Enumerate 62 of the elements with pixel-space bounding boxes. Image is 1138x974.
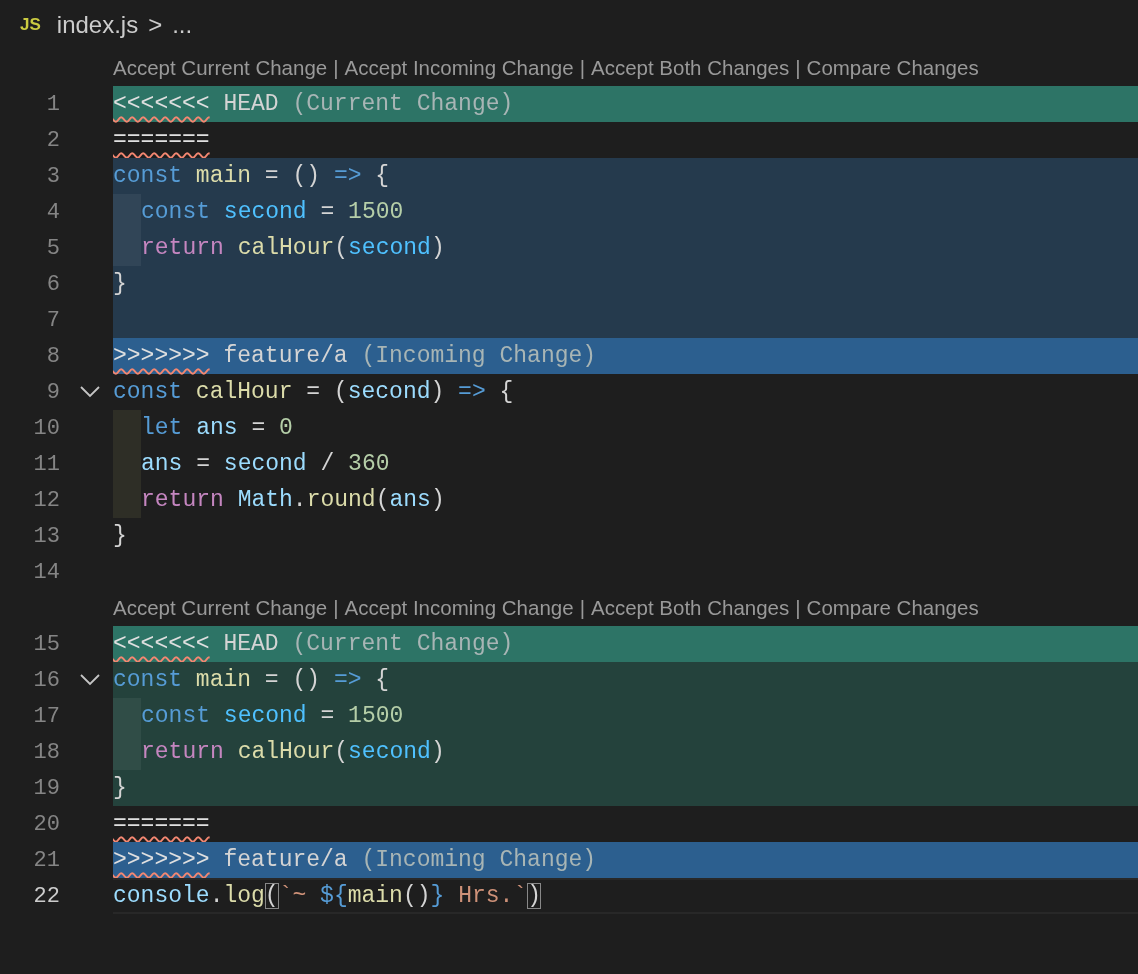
codelens-action-link[interactable]: Accept Both Changes [590, 56, 790, 80]
code-text: const second = 1500 [141, 199, 404, 225]
codelens-action-link[interactable]: Accept Current Change [113, 596, 328, 620]
codelens-action-link[interactable]: Compare Changes [806, 596, 979, 620]
breadcrumb-file[interactable]: index.js [56, 11, 139, 39]
codelens-action-link[interactable]: Compare Changes [806, 56, 979, 80]
line-number: 15 [32, 631, 60, 657]
line-number: 22 [32, 883, 60, 909]
line-number: 18 [32, 739, 60, 765]
line-number: 19 [32, 775, 60, 801]
code-text: <<<<<<< HEAD (Current Change) [113, 631, 514, 657]
line-number: 21 [32, 847, 60, 873]
line-number: 1 [45, 91, 60, 117]
codelens-action-link[interactable]: Accept Current Change [113, 56, 328, 80]
line-number: 17 [32, 703, 60, 729]
chevron-down-icon[interactable] [79, 385, 101, 399]
line-number: 16 [32, 667, 60, 693]
chevron-down-icon[interactable] [79, 673, 101, 687]
code-text: const main = () => { [113, 163, 390, 189]
javascript-file-icon: JS [20, 15, 41, 35]
code-text: ======= [113, 127, 210, 153]
code-text: console.log(`~ ${main()} Hrs.`) [113, 883, 541, 909]
breadcrumb-separator: > [148, 11, 163, 39]
codelens-action-link[interactable]: Accept Incoming Change [344, 56, 574, 80]
line-number: 12 [32, 487, 60, 513]
line-number: 5 [45, 235, 60, 261]
code-text: return calHour(second) [141, 739, 445, 765]
line-number: 10 [32, 415, 60, 441]
code-text: >>>>>>> feature/a (Incoming Change) [113, 343, 597, 369]
code-text: const main = () => { [113, 667, 390, 693]
code-text: } [113, 271, 127, 297]
line-number: 4 [45, 199, 60, 225]
codelens-separator: | [333, 56, 339, 80]
codelens-action-link[interactable]: Accept Incoming Change [344, 596, 574, 620]
codelens-separator: | [579, 56, 585, 80]
line-number: 3 [45, 163, 60, 189]
line-number: 6 [45, 271, 60, 297]
code-text: } [113, 775, 127, 801]
code-text: let ans = 0 [141, 415, 293, 441]
line-number: 14 [32, 559, 60, 585]
line-number: 7 [45, 307, 60, 333]
codelens-action-link[interactable]: Accept Both Changes [590, 596, 790, 620]
codelens-separator: | [795, 596, 801, 620]
line-number: 2 [45, 127, 60, 153]
code-text: ======= [113, 811, 210, 837]
breadcrumb-more[interactable]: ... [172, 11, 193, 39]
line-number: 11 [32, 451, 60, 477]
codelens-separator: | [795, 56, 801, 80]
code-text: } [113, 523, 127, 549]
line-number: 13 [32, 523, 60, 549]
line-number: 9 [45, 379, 60, 405]
code-text: ans = second / 360 [141, 451, 390, 477]
codelens-separator: | [579, 596, 585, 620]
code-text: >>>>>>> feature/a (Incoming Change) [113, 847, 597, 873]
codelens-separator: | [333, 596, 339, 620]
code-text: const second = 1500 [141, 703, 404, 729]
code-text: const calHour = (second) => { [113, 379, 514, 405]
line-number: 8 [45, 343, 60, 369]
code-text: return calHour(second) [141, 235, 445, 261]
code-text: return Math.round(ans) [141, 487, 445, 513]
code-text: <<<<<<< HEAD (Current Change) [113, 91, 514, 117]
line-number: 20 [32, 811, 60, 837]
